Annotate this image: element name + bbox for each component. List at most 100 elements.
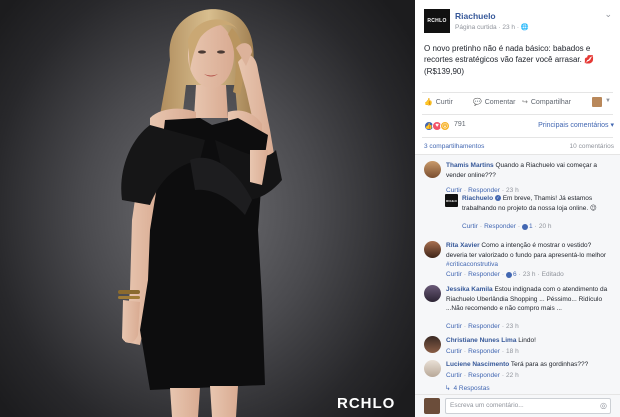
kiss-emoji: 💋 (584, 55, 595, 64)
shares-count[interactable]: 3 compartilhamentos (424, 143, 484, 150)
post-actions: 👍 Curtir 💬 Comentar ↪ Compartilhar ▼ (424, 97, 614, 110)
comment-like-link[interactable]: Curtir (446, 348, 462, 355)
commenter-name[interactable]: Riachuelo (462, 195, 493, 202)
like-badge-icon (522, 223, 529, 230)
comment-time[interactable]: 23 h (506, 323, 519, 330)
comment-time[interactable]: 23 h (506, 187, 519, 194)
commenter-avatar[interactable] (424, 161, 441, 178)
comment-reply-link[interactable]: Responder (468, 372, 500, 379)
divider (422, 114, 613, 115)
commenter-avatar[interactable] (424, 360, 441, 377)
share-label: Compartilhar (530, 98, 571, 106)
comment-time[interactable]: 18 h (506, 348, 519, 355)
comment-body: Luciene Nascimento Terá para as gordinha… (446, 360, 612, 370)
divider (422, 137, 613, 138)
commenter-name[interactable]: Thamis Martins (446, 162, 494, 169)
post-photo[interactable]: RCHLO (0, 0, 415, 417)
comment-time[interactable]: 23 h (523, 271, 536, 278)
chevron-down-icon[interactable]: ⌄ (604, 9, 612, 20)
comment-meta: Curtir · Responder · 22 h (446, 372, 519, 379)
comment-body: Christiane Nunes Lima Lindo! (446, 336, 612, 346)
wow-reaction-icon: 😮 (440, 121, 450, 131)
comment-time[interactable]: 20 h (539, 223, 552, 230)
comment-reply-item: RCHLO Riachuelo ✓ Em breve, Thamis! Já e… (445, 194, 613, 234)
comment-reply-link[interactable]: Responder (468, 323, 500, 330)
divider (422, 92, 613, 93)
comment-like-link[interactable]: Curtir (462, 223, 478, 230)
like-count-value: 1 (529, 223, 533, 230)
comment-edited[interactable]: Editado (542, 271, 564, 278)
share-button[interactable]: ↪ Compartilhar (522, 98, 571, 107)
post-text: O novo pretinho não é nada básico: babad… (424, 43, 612, 65)
comment-reply-link[interactable]: Responder (468, 187, 500, 194)
share-icon: ↪ (522, 99, 528, 106)
viewer-avatar[interactable] (424, 398, 440, 414)
page-reply-avatar[interactable]: RCHLO (445, 194, 458, 207)
comment-input-placeholder: Escreva um comentário... (450, 402, 524, 409)
post-counts: 3 compartilhamentos 10 comentários (424, 143, 614, 152)
like-button[interactable]: 👍 Curtir (424, 98, 453, 107)
globe-icon: · 🌐 (516, 24, 529, 31)
comment-item: Rita Xavier Como a intenção é mostrar o … (424, 241, 612, 281)
viewer-avatar[interactable] (592, 97, 602, 107)
commenter-name[interactable]: Luciene Nascimento (446, 361, 509, 368)
camera-icon[interactable]: ◎ (600, 401, 607, 410)
commenter-avatar[interactable] (424, 241, 441, 258)
like-badge-icon (506, 271, 513, 278)
comment-like-link[interactable]: Curtir (446, 323, 462, 330)
top-comments-dropdown[interactable]: Principais comentários ▾ (538, 121, 614, 129)
comments-count: 10 comentários (569, 143, 614, 150)
commenter-avatar[interactable] (424, 285, 441, 302)
commenter-name[interactable]: Rita Xavier (446, 242, 480, 249)
comment-composer: Escreva um comentário... ◎ (415, 394, 620, 417)
comment-button[interactable]: 💬 Comentar (473, 98, 516, 107)
post-side-panel: RCHLO Riachuelo Página curtida · 23 h · … (415, 0, 620, 417)
comment-reply-link[interactable]: Responder (468, 348, 500, 355)
caret-down-icon: ▾ (610, 122, 614, 129)
page-name-link[interactable]: Riachuelo (455, 11, 496, 21)
comment-item: Christiane Nunes Lima Lindo! Curtir · Res… (424, 336, 612, 358)
photo-watermark: RCHLO (337, 395, 396, 412)
comment-like-link[interactable]: Curtir (446, 187, 462, 194)
comment-meta: Curtir · Responder · 1 · 20 h (462, 223, 552, 230)
post-subtitle: Página curtida · 23 h · 🌐 (455, 23, 529, 31)
comment-reply-link[interactable]: Responder (484, 223, 516, 230)
comment-like-count[interactable]: 6 (506, 271, 517, 278)
comment-meta: Curtir · Responder · 18 h (446, 348, 519, 355)
page-logo[interactable]: RCHLO (424, 9, 450, 33)
thumbs-up-icon: 👍 (424, 99, 433, 106)
post-header: RCHLO Riachuelo Página curtida · 23 h · … (424, 9, 614, 35)
comment-like-link[interactable]: Curtir (446, 372, 462, 379)
commenter-name[interactable]: Jessika Kamila (446, 286, 493, 293)
page-type: Página curtida (455, 24, 497, 31)
reaction-icons[interactable]: 👍 ♥ 😮 (424, 121, 450, 131)
reaction-count[interactable]: 791 (454, 121, 466, 128)
comment-body: Thamis Martins Quando a Riachuelo vai co… (446, 161, 612, 180)
caret-down-icon[interactable]: ▼ (605, 98, 611, 104)
comment-meta: Curtir · Responder · 6 · 23 h · Editado (446, 271, 564, 278)
comment-icon: 💬 (473, 99, 482, 106)
verified-badge-icon: ✓ (494, 195, 501, 201)
commenter-name[interactable]: Christiane Nunes Lima (446, 337, 516, 344)
comment-item: Jessika Kamila Estou indignada com o ate… (424, 285, 612, 332)
comment-item: Luciene Nascimento Terá para as gordinha… (424, 360, 612, 382)
comment-reply-link[interactable]: Responder (468, 271, 500, 278)
commenter-avatar[interactable] (424, 336, 441, 353)
comment-like-link[interactable]: Curtir (446, 271, 462, 278)
replies-count-label: 4 Respostas (453, 384, 490, 392)
comments-list: Thamis Martins Quando a Riachuelo vai co… (415, 154, 620, 394)
post-caption: O novo pretinho não é nada básico: babad… (424, 44, 591, 64)
comment-like-count[interactable]: 1 (522, 223, 533, 230)
model-photo-illustration (118, 9, 282, 417)
comment-time[interactable]: 22 h (506, 372, 519, 379)
comment-text: Terá para as gordinhas??? (510, 361, 589, 368)
comment-meta: Curtir · Responder · 23 h (446, 187, 519, 194)
comment-label: Comentar (484, 98, 516, 106)
comment-hashtag[interactable]: #criticaconstrutiva (446, 261, 498, 268)
comment-item: Thamis Martins Quando a Riachuelo vai co… (424, 161, 612, 194)
comment-meta: Curtir · Responder · 23 h (446, 323, 519, 330)
view-replies-link[interactable]: ↳ 4 Respostas (445, 384, 490, 393)
top-comments-label: Principais comentários (538, 122, 609, 129)
post-time[interactable]: 23 h (502, 24, 515, 31)
comment-input[interactable]: Escreva um comentário... ◎ (445, 398, 611, 414)
